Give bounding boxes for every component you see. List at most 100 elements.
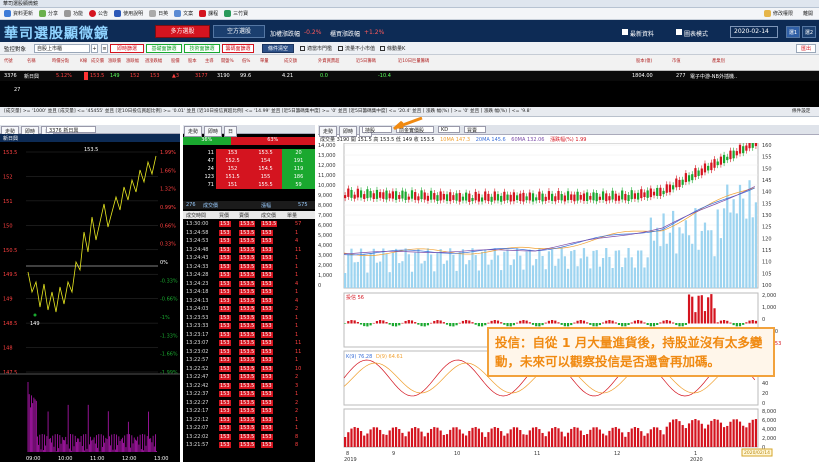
volume-bar [535, 259, 538, 288]
menu-course[interactable]: 課程 [199, 10, 218, 17]
condition-settings-link[interactable]: 條件設定 [792, 107, 810, 117]
inst-bar [477, 323, 480, 327]
sort-button[interactable]: ≡ [101, 44, 108, 53]
vol-tick: 2,000 [318, 263, 332, 269]
candle-body [458, 192, 461, 202]
col-open[interactable]: 開盤% [221, 58, 234, 64]
menu-lang[interactable]: 日英 [149, 10, 168, 17]
col-low[interactable]: 低% [242, 58, 250, 64]
menu-function[interactable]: 功能 [64, 10, 83, 17]
col-industry[interactable]: 產業別 [712, 58, 725, 64]
check3[interactable] [380, 46, 385, 51]
menu-permission[interactable]: 修改權限 [763, 10, 793, 17]
date-field[interactable]: 2020-02-14 [730, 26, 778, 38]
clear-conditions-button[interactable]: 條件清空 [262, 44, 294, 53]
tick-cell: 1 [295, 425, 299, 431]
col-pct[interactable]: 漲跌幅 [126, 58, 139, 64]
fundamental-filter-button[interactable]: 基礎面篩選 [146, 44, 182, 53]
tick-cell: 153 [219, 272, 231, 278]
col-mktcap[interactable]: 市值 [672, 58, 681, 64]
inst-tick: 0 [762, 317, 765, 323]
col-capital-b[interactable]: 股本(億) [636, 58, 652, 64]
latest-checkbox[interactable] [622, 29, 628, 35]
menu-share[interactable]: 分享 [39, 10, 58, 17]
row-c5: 149 [110, 73, 120, 79]
tick-cell: 153 [219, 408, 231, 414]
menu-mitake[interactable]: 三竹寶 [224, 10, 248, 17]
inst-bar [611, 320, 614, 324]
indicator-select-1[interactable]: 持股 [362, 126, 392, 134]
bvol-bar [414, 427, 417, 447]
otc-value: +1.2% [364, 29, 385, 36]
col-qty[interactable]: 單量 [260, 58, 269, 64]
col-price[interactable]: 成交價 [91, 58, 104, 64]
col-10day[interactable]: 近10日巨量籌碼 [398, 58, 429, 64]
bvol-bar [617, 428, 621, 447]
select2-button[interactable]: 選2 [802, 26, 816, 38]
price-tick: 150 [762, 166, 772, 172]
check2[interactable] [338, 46, 343, 51]
col-capital[interactable]: 股本 [188, 58, 197, 64]
realtime-filter-button[interactable]: 即時篩選 [110, 44, 144, 53]
app-icon [224, 10, 232, 17]
indicator-select-4[interactable]: 買賣 [464, 126, 486, 134]
tab-instant-mid[interactable]: 即時 [204, 126, 223, 137]
technical-filter-button[interactable]: 技術面篩選 [184, 44, 220, 53]
volume-bar [344, 273, 347, 288]
volume-bar [515, 248, 519, 288]
tick-tab-price[interactable]: 成交價 [203, 202, 218, 209]
inst-bar [582, 320, 586, 324]
chip-filter-button[interactable]: 籌碼面篩選 [222, 44, 254, 53]
result-row[interactable]: 3376 新日興 5.12% 153.5 149 152 153 ▲3 3177… [0, 71, 819, 81]
tab-short[interactable]: 空方選股 [213, 25, 265, 38]
tick-tab-rise[interactable]: 漲幅 [261, 202, 271, 209]
vol-tick: 6,000 [318, 223, 332, 229]
col-amount[interactable]: 成交額 [284, 58, 297, 64]
col-foreign[interactable]: 外資買賣超 [318, 58, 339, 64]
col-code[interactable]: 代號 [4, 58, 13, 64]
col-branch[interactable]: 時價分點 [52, 58, 69, 64]
tab-day-mid[interactable]: 日 [224, 126, 238, 137]
result-row-2[interactable]: 27 [0, 81, 819, 107]
inst-bar [493, 320, 496, 324]
tab-long[interactable]: 多方選股 [155, 25, 210, 38]
bvol-bar [697, 420, 700, 447]
add-button[interactable]: + [91, 44, 98, 53]
col-5day[interactable]: 近5日籌碼 [356, 58, 376, 64]
stock-select[interactable]: 3376 新日興 [46, 126, 96, 134]
chartmode-checkbox[interactable] [676, 29, 682, 35]
col-kline[interactable]: K線 [80, 58, 87, 64]
menu-refresh[interactable]: 資料更新 [4, 10, 33, 17]
tab-trend-mid[interactable]: 走勢 [184, 126, 203, 137]
monitor-select[interactable]: 自股上市櫃 [34, 44, 90, 53]
candle-body [732, 150, 735, 159]
check1[interactable] [300, 46, 305, 51]
col-lead[interactable]: 主導 [205, 58, 214, 64]
col-week[interactable]: 週漲跌幅 [145, 58, 162, 64]
menu-exit[interactable]: 離開 [803, 10, 813, 17]
check3-label: 條動量K [387, 46, 406, 52]
candle-body [356, 188, 359, 198]
col-name[interactable]: 名稱 [27, 58, 36, 64]
menu-article[interactable]: 文案 [174, 10, 193, 17]
indicator-select-3[interactable]: KD [438, 126, 460, 133]
export-button[interactable]: 匯出 [796, 44, 816, 53]
menu-announce[interactable]: 公告 [89, 10, 108, 17]
tick-cell: 153.5 [239, 365, 256, 372]
bvol-bar [566, 432, 570, 447]
candle-body [496, 194, 500, 201]
tick-cell: 13:22:57 [186, 357, 209, 363]
menu-help[interactable]: 使用說明 [114, 10, 143, 17]
col-change[interactable]: 漲跌價 [108, 58, 121, 64]
candle-body [646, 190, 649, 198]
col-stock[interactable]: 股價 [171, 58, 180, 64]
tick-cell: 4 [295, 280, 299, 287]
candle-body [656, 187, 659, 196]
price-tick: 140 [762, 190, 772, 196]
inst-bar [668, 320, 672, 324]
volume-bar [617, 250, 621, 288]
pct-tick: 0.66% [160, 223, 176, 229]
tick-cell: 13:23:07 [186, 340, 209, 346]
select1-button[interactable]: 選1 [786, 26, 800, 38]
volume-bar [557, 258, 560, 288]
